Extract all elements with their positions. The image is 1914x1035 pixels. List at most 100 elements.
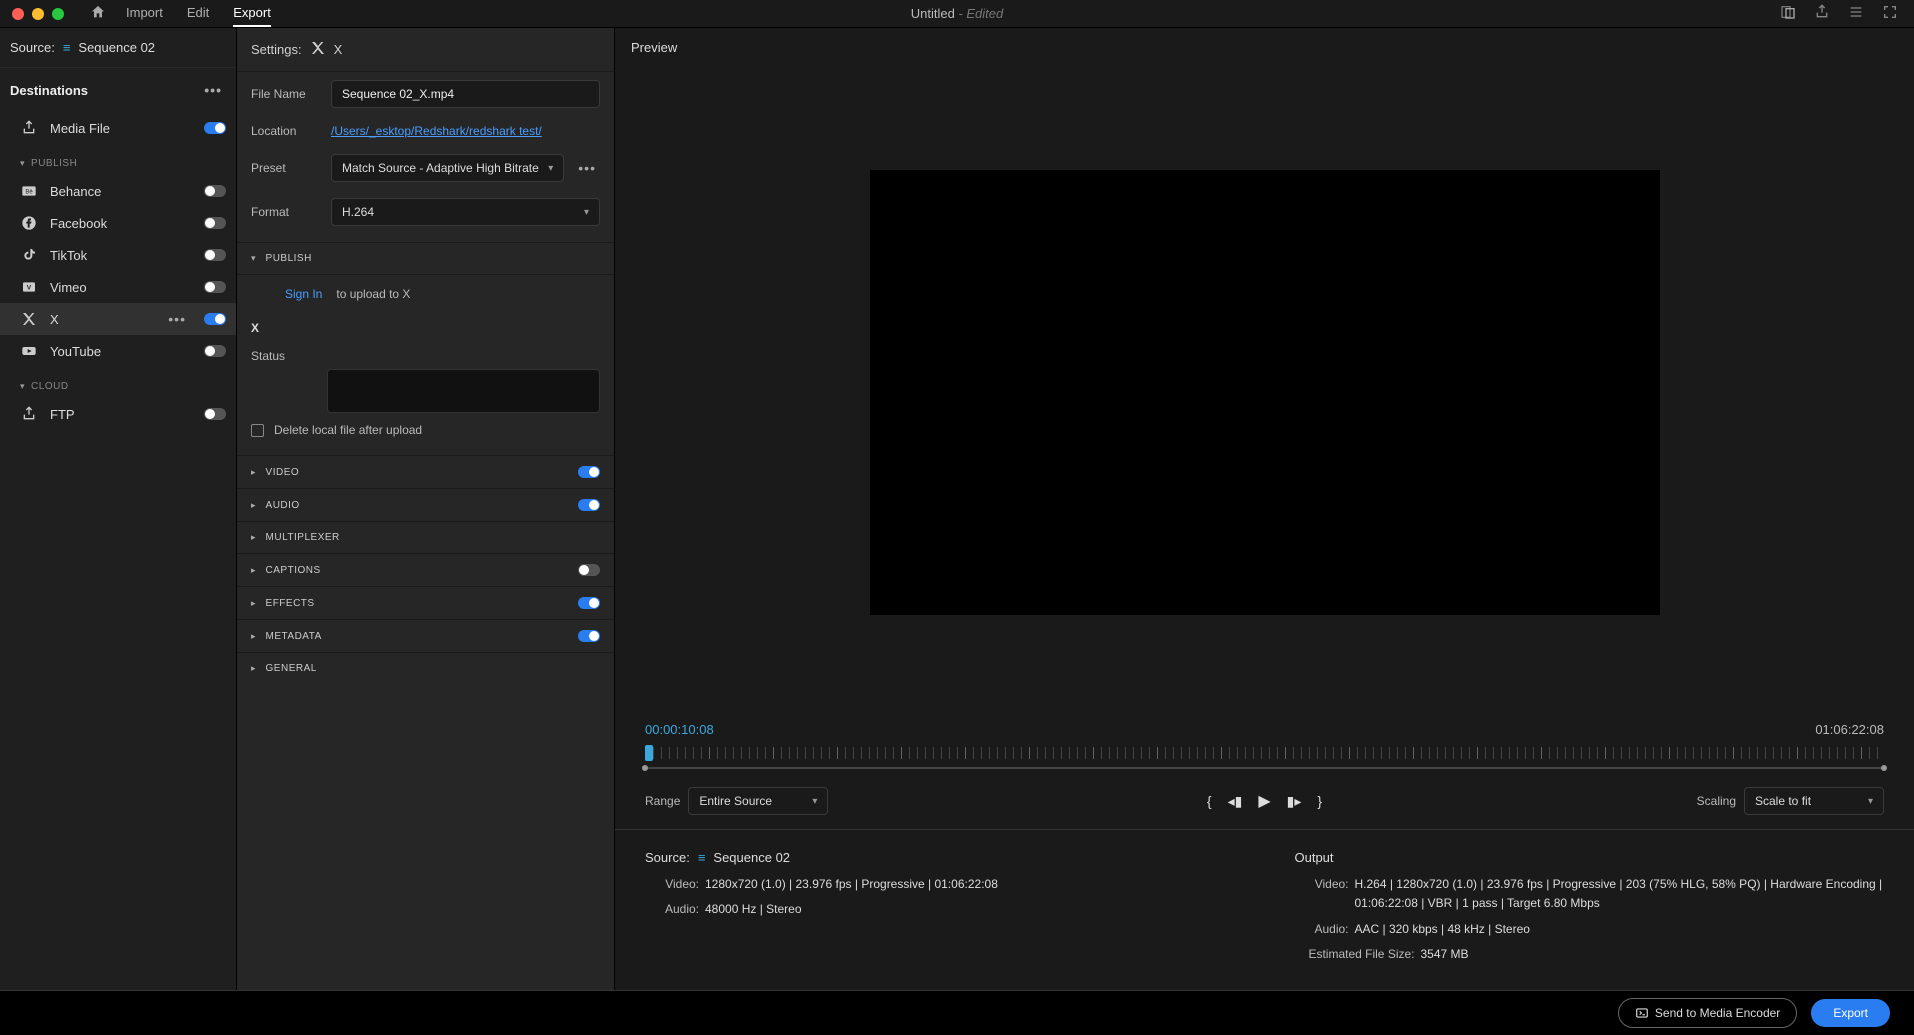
- tab-edit[interactable]: Edit: [187, 0, 209, 27]
- mark-out-icon[interactable]: }: [1317, 793, 1322, 809]
- dest-media-file[interactable]: Media File: [0, 112, 236, 144]
- chevron-down-icon: ▾: [548, 163, 553, 174]
- settings-platform: X: [334, 42, 343, 57]
- chevron-right-icon: ▸: [251, 565, 256, 576]
- chevron-down-icon[interactable]: ▾: [20, 381, 25, 392]
- menu-icon[interactable]: [1848, 4, 1864, 23]
- destinations-header: Destinations: [10, 83, 88, 98]
- chevron-down-icon[interactable]: ▾: [20, 158, 25, 169]
- chevron-down-icon: ▾: [1868, 796, 1873, 807]
- filename-input[interactable]: [331, 80, 600, 108]
- delete-local-checkbox[interactable]: [251, 424, 264, 437]
- close-icon[interactable]: [12, 8, 24, 20]
- mark-in-icon[interactable]: {: [1207, 793, 1212, 809]
- export-button[interactable]: Export: [1811, 999, 1890, 1027]
- signin-link[interactable]: Sign In: [285, 287, 322, 301]
- ftp-toggle[interactable]: [204, 408, 226, 420]
- youtube-toggle[interactable]: [204, 345, 226, 357]
- chevron-right-icon: ▸: [251, 500, 256, 511]
- summary-panel: Source: ≡ Sequence 02 Video:1280x720 (1.…: [615, 829, 1914, 990]
- status-label: Status: [251, 349, 321, 363]
- source-name: Sequence 02: [78, 40, 155, 55]
- dest-behance[interactable]: Bē Behance: [0, 175, 236, 207]
- x-icon: [20, 311, 38, 327]
- workspace-icon[interactable]: [1780, 4, 1796, 23]
- svg-text:V: V: [27, 285, 32, 292]
- dest-youtube[interactable]: YouTube: [0, 335, 236, 367]
- dest-tiktok[interactable]: TikTok: [0, 239, 236, 271]
- footer: Send to Media Encoder Export: [0, 990, 1914, 1035]
- publish-section-header[interactable]: ▾ PUBLISH: [237, 242, 614, 275]
- accordion-captions[interactable]: ▸ CAPTIONS: [237, 553, 614, 586]
- dest-vimeo[interactable]: V Vimeo: [0, 271, 236, 303]
- top-tabs: Import Edit Export: [126, 0, 271, 27]
- tiktok-icon: [20, 247, 38, 263]
- chevron-down-icon: ▾: [584, 207, 589, 218]
- preview-header: Preview: [615, 28, 1914, 67]
- window-controls: [0, 8, 76, 20]
- dest-ftp[interactable]: FTP: [0, 398, 236, 430]
- accordion-metadata[interactable]: ▸ METADATA: [237, 619, 614, 652]
- destinations-more-icon[interactable]: •••: [200, 82, 226, 98]
- format-label: Format: [251, 205, 321, 219]
- signin-suffix: to upload to X: [336, 287, 410, 301]
- behance-icon: Bē: [20, 183, 38, 199]
- preset-more-icon[interactable]: •••: [574, 160, 600, 176]
- media-file-toggle[interactable]: [204, 122, 226, 134]
- titlebar: Import Edit Export Untitled - Edited: [0, 0, 1914, 28]
- send-to-encoder-button[interactable]: Send to Media Encoder: [1618, 998, 1797, 1028]
- tab-import[interactable]: Import: [126, 0, 163, 27]
- accordion-audio[interactable]: ▸ AUDIO: [237, 488, 614, 521]
- scaling-select[interactable]: Scale to fit▾: [1744, 787, 1884, 815]
- svg-text:Bē: Bē: [25, 190, 33, 196]
- ftp-icon: [20, 406, 38, 422]
- metadata-toggle[interactable]: [578, 630, 600, 642]
- dest-x-more-icon[interactable]: •••: [168, 311, 186, 327]
- cloud-group-label: CLOUD: [31, 381, 69, 392]
- share-icon[interactable]: [1814, 4, 1830, 23]
- captions-toggle[interactable]: [578, 564, 600, 576]
- location-link[interactable]: /Users/_esktop/Redshark/redshark test/: [331, 124, 542, 138]
- chevron-right-icon: ▸: [251, 631, 256, 642]
- preset-select[interactable]: Match Source - Adaptive High Bitrate▾: [331, 154, 564, 182]
- minimize-icon[interactable]: [32, 8, 44, 20]
- out-point-handle[interactable]: [1881, 765, 1887, 771]
- accordion-multiplexer[interactable]: ▸ MULTIPLEXER: [237, 521, 614, 553]
- in-point-handle[interactable]: [642, 765, 648, 771]
- accordion-video[interactable]: ▸ VIDEO: [237, 455, 614, 488]
- step-back-icon[interactable]: ◂▮: [1228, 793, 1243, 810]
- range-select[interactable]: Entire Source▾: [688, 787, 828, 815]
- tab-export[interactable]: Export: [233, 0, 271, 27]
- facebook-toggle[interactable]: [204, 217, 226, 229]
- chevron-right-icon: ▸: [251, 467, 256, 478]
- maximize-icon[interactable]: [52, 8, 64, 20]
- timeline[interactable]: [645, 747, 1884, 769]
- behance-toggle[interactable]: [204, 185, 226, 197]
- audio-toggle[interactable]: [578, 499, 600, 511]
- video-toggle[interactable]: [578, 466, 600, 478]
- x-toggle[interactable]: [204, 313, 226, 325]
- dest-x[interactable]: X •••: [0, 303, 236, 335]
- chevron-right-icon: ▸: [251, 663, 256, 674]
- dest-facebook[interactable]: Facebook: [0, 207, 236, 239]
- chevron-right-icon: ▸: [251, 598, 256, 609]
- play-icon[interactable]: ▶: [1258, 791, 1270, 811]
- home-icon[interactable]: [90, 4, 106, 23]
- effects-toggle[interactable]: [578, 597, 600, 609]
- step-forward-icon[interactable]: ▮▸: [1287, 793, 1302, 810]
- accordion-effects[interactable]: ▸ EFFECTS: [237, 586, 614, 619]
- fullscreen-icon[interactable]: [1882, 4, 1898, 23]
- destinations-sidebar: Source: ≡ Sequence 02 Destinations ••• M…: [0, 28, 237, 990]
- output-info: Output Video:H.264 | 1280x720 (1.0) | 23…: [1295, 850, 1885, 970]
- current-timecode[interactable]: 00:00:10:08: [645, 722, 714, 737]
- vimeo-icon: V: [20, 279, 38, 295]
- source-row: Source: ≡ Sequence 02: [0, 28, 236, 68]
- sequence-icon: ≡: [698, 850, 706, 865]
- range-label: Range: [645, 794, 680, 808]
- accordion-general[interactable]: ▸ GENERAL: [237, 652, 614, 684]
- tiktok-toggle[interactable]: [204, 249, 226, 261]
- format-select[interactable]: H.264▾: [331, 198, 600, 226]
- vimeo-toggle[interactable]: [204, 281, 226, 293]
- playhead[interactable]: [645, 745, 653, 761]
- video-preview[interactable]: [870, 170, 1660, 614]
